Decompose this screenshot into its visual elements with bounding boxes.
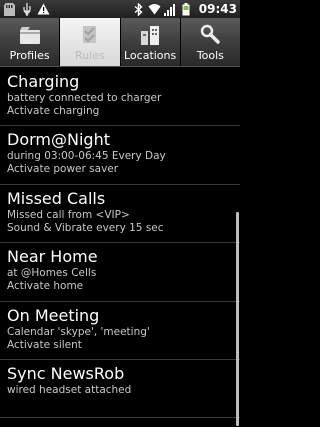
- rule-title: Dorm@Night: [7, 130, 110, 150]
- rule-item[interactable]: Near Home at @Homes Cells Activate home: [0, 243, 240, 302]
- rules-icon: [82, 26, 96, 43]
- tab-profiles[interactable]: Profiles: [0, 18, 61, 66]
- tab-tools[interactable]: Tools: [180, 18, 240, 66]
- scrollbar[interactable]: [236, 212, 239, 426]
- rule-action: Activate silent: [7, 338, 82, 351]
- rule-condition: wired headset attached: [7, 383, 132, 396]
- rule-item[interactable]: Dorm@Night during 03:00-06:45 Every Day …: [0, 126, 240, 185]
- rule-condition: during 03:00-06:45 Every Day: [7, 150, 166, 163]
- tab-label-profiles: Profiles: [9, 49, 50, 62]
- rule-action: Sound & Vibrate every 15 sec: [7, 221, 164, 234]
- rule-condition: battery connected to charger: [7, 92, 162, 104]
- tab-rules[interactable]: Rules: [60, 18, 121, 66]
- rule-title: Missed Calls: [7, 188, 106, 208]
- tools-icon: [201, 24, 221, 44]
- rule-condition: Missed call from <VIP>: [7, 208, 130, 221]
- rule-action: Activate home: [7, 280, 84, 293]
- tab-label-locations: Locations: [123, 49, 177, 62]
- sd-card-icon: [3, 2, 16, 16]
- rule-item[interactable]: Missed Calls Missed call from <VIP> Soun…: [0, 185, 240, 244]
- locations-icon: [141, 26, 160, 45]
- warning-icon: [37, 3, 50, 16]
- rule-condition: at @Homes Cells: [7, 267, 97, 280]
- rule-title: Sync NewsRob: [7, 363, 125, 383]
- status-clock: 09:43: [198, 2, 237, 16]
- rule-title: Near Home: [7, 247, 98, 267]
- rule-title: Charging: [7, 72, 80, 91]
- signal-icon: [163, 3, 177, 16]
- rule-item[interactable]: On Meeting Calendar 'skype', 'meeting' A…: [0, 302, 240, 360]
- bluetooth-icon: [132, 2, 145, 16]
- wifi-icon: [148, 3, 161, 16]
- rule-action: Activate power saver: [7, 163, 119, 176]
- battery-icon: [180, 2, 193, 16]
- tab-label-tools: Tools: [196, 49, 224, 62]
- rule-condition: Calendar 'skype', 'meeting': [7, 325, 150, 338]
- tab-locations[interactable]: Locations: [120, 18, 181, 66]
- rule-action: Activate charging: [7, 105, 100, 117]
- status-bar: 09:43: [0, 0, 240, 18]
- rules-list: Charging battery connected to charger Ac…: [0, 68, 240, 427]
- rule-item[interactable]: Charging battery connected to charger Ac…: [0, 68, 240, 127]
- profiles-icon: [19, 27, 40, 44]
- rule-title: On Meeting: [7, 305, 100, 325]
- usb-icon: [20, 2, 33, 16]
- tab-bar: Profiles Rules Locations Tools: [0, 18, 240, 67]
- rule-item[interactable]: Sync NewsRob wired headset attached: [0, 360, 240, 419]
- tab-label-rules: Rules: [75, 49, 105, 62]
